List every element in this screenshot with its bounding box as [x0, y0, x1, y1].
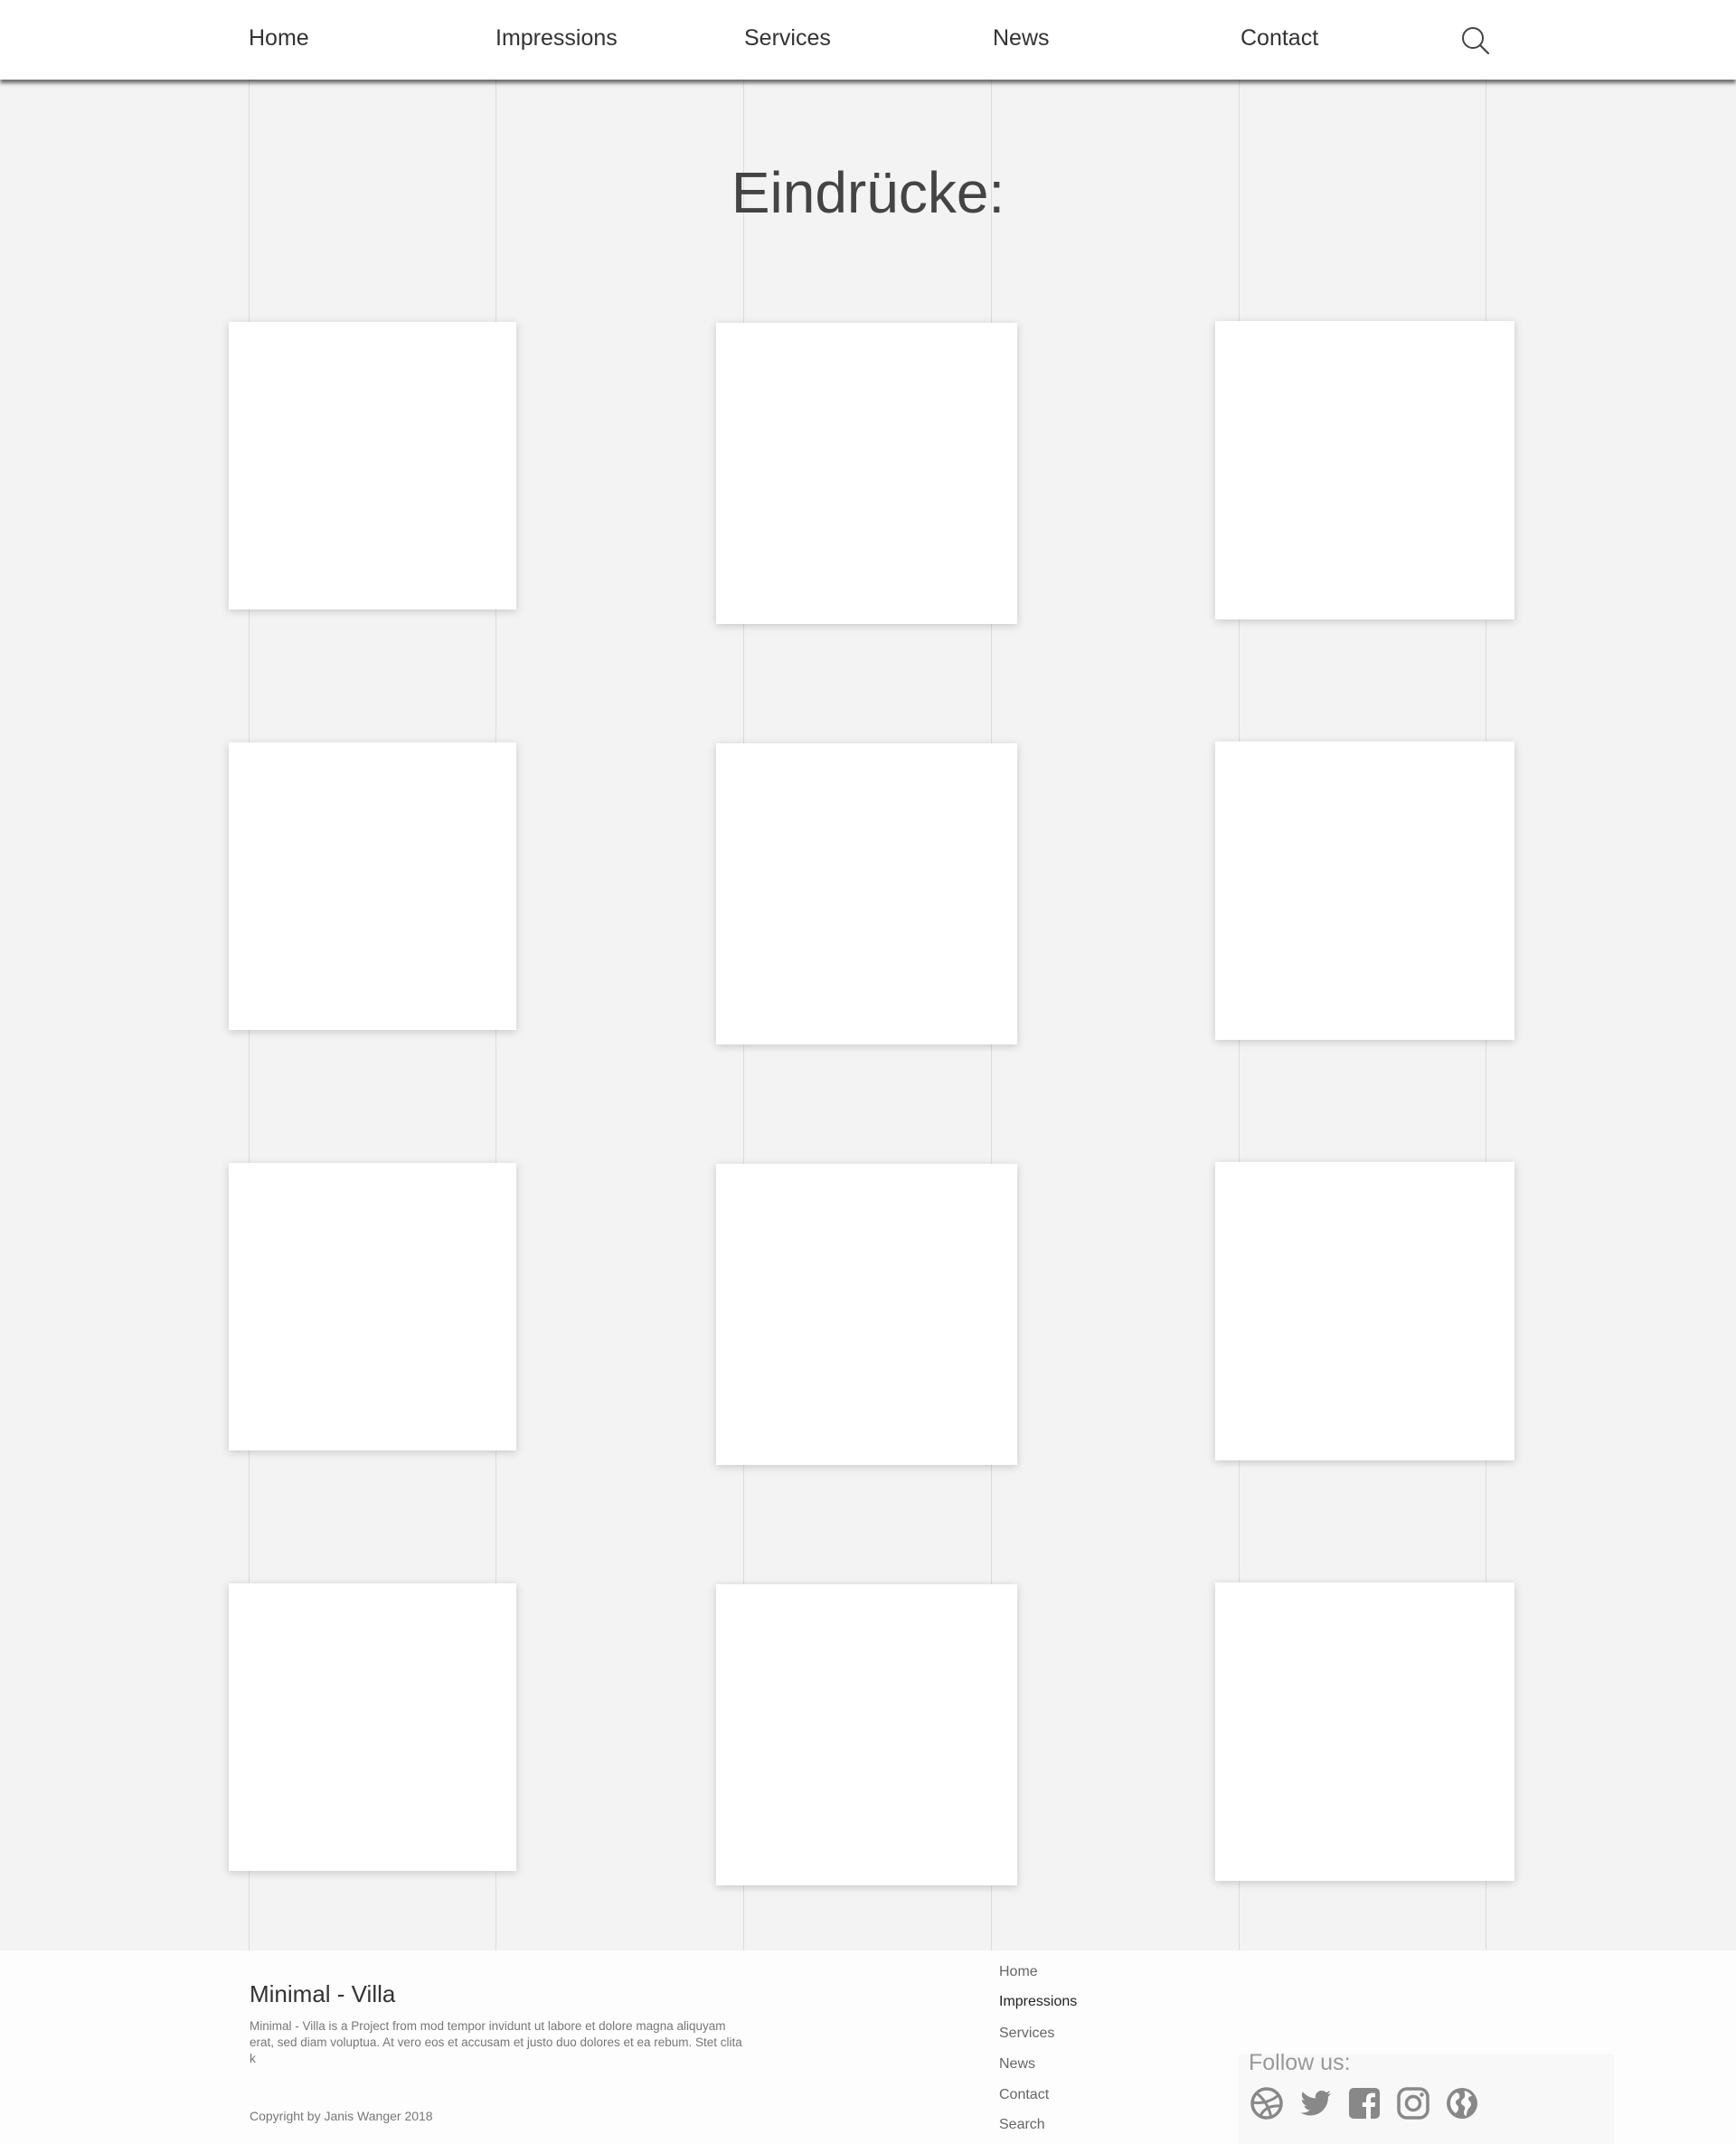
instagram-link[interactable] — [1396, 2086, 1430, 2120]
globe-icon — [1447, 2088, 1477, 2119]
gallery-tile[interactable] — [716, 323, 1017, 624]
search-icon — [1462, 27, 1490, 55]
footer-link-news[interactable]: News — [999, 2056, 1035, 2073]
gallery-tile[interactable] — [1215, 321, 1514, 619]
twitter-link[interactable] — [1298, 2086, 1333, 2120]
gallery-tile[interactable] — [716, 743, 1017, 1044]
instagram-icon — [1397, 2087, 1429, 2120]
footer-description: Minimal - Villa is a Project from mod te… — [250, 2019, 742, 2065]
nav-news[interactable]: News — [993, 25, 1050, 52]
gallery-tile[interactable] — [229, 1583, 516, 1871]
footer: Minimal - Villa Minimal - Villa is a Pro… — [0, 1950, 1736, 2144]
facebook-icon — [1349, 2088, 1380, 2120]
search-button[interactable] — [1460, 25, 1491, 56]
gallery-tile[interactable] — [716, 1584, 1017, 1885]
footer-copyright: Copyright by Janis Wanger 2018 — [250, 2109, 433, 2123]
nav-impressions[interactable]: Impressions — [495, 25, 618, 52]
nav-contact[interactable]: Contact — [1241, 25, 1318, 52]
footer-link-impressions[interactable]: Impressions — [999, 1994, 1077, 2010]
nav-services[interactable]: Services — [744, 25, 831, 52]
top-navigation-bar: Home Impressions Services News Contact — [0, 0, 1736, 80]
globe-link[interactable] — [1445, 2086, 1479, 2120]
nav-home[interactable]: Home — [249, 25, 309, 52]
footer-link-search[interactable]: Search — [999, 2117, 1045, 2133]
footer-link-home[interactable]: Home — [999, 1964, 1038, 1980]
footer-link-contact[interactable]: Contact — [999, 2087, 1049, 2103]
dribbble-icon — [1250, 2087, 1283, 2120]
dribbble-link[interactable] — [1250, 2086, 1284, 2120]
follow-us-title: Follow us: — [1249, 2050, 1351, 2075]
page-title: Eindrücke: — [731, 160, 1005, 225]
gallery-tile[interactable] — [1215, 1162, 1514, 1460]
facebook-link[interactable] — [1347, 2086, 1382, 2120]
gallery-tile[interactable] — [229, 742, 516, 1030]
footer-brand: Minimal - Villa — [250, 1980, 396, 2007]
gallery-tile[interactable] — [1215, 741, 1514, 1040]
gallery-tile[interactable] — [229, 1163, 516, 1450]
footer-link-services[interactable]: Services — [999, 2026, 1054, 2042]
gallery-tile[interactable] — [716, 1164, 1017, 1465]
twitter-icon — [1300, 2091, 1331, 2116]
gallery-tile[interactable] — [1215, 1582, 1514, 1881]
gallery-tile[interactable] — [229, 322, 516, 609]
